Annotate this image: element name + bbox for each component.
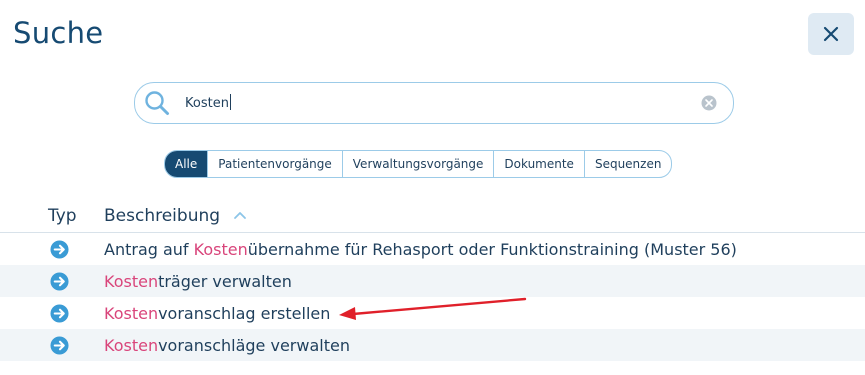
search-field[interactable]: Kosten bbox=[134, 82, 734, 124]
result-suffix: träger verwalten bbox=[158, 272, 292, 291]
filter-tabs: Alle Patientenvorgänge Verwaltungsvorgän… bbox=[164, 150, 673, 178]
search-query: Kosten bbox=[185, 96, 229, 111]
result-description: Kostenträger verwalten bbox=[104, 272, 292, 291]
tab-patientenvorgaenge[interactable]: Patientenvorgänge bbox=[207, 151, 342, 177]
arrow-right-circle-icon bbox=[50, 272, 69, 291]
result-description: Antrag auf Kostenübernahme für Rehasport… bbox=[104, 240, 737, 259]
arrow-right-circle-icon bbox=[50, 304, 69, 323]
tab-verwaltungsvorgaenge[interactable]: Verwaltungsvorgänge bbox=[341, 151, 494, 177]
result-suffix: voranschläge verwalten bbox=[158, 336, 350, 355]
search-highlight: Kosten bbox=[193, 240, 248, 259]
column-header-type[interactable]: Typ bbox=[48, 206, 77, 226]
dialog-title: Suche bbox=[13, 16, 104, 50]
sort-ascending-icon[interactable] bbox=[233, 210, 247, 220]
arrow-right-circle-icon bbox=[50, 336, 69, 355]
close-icon bbox=[823, 26, 839, 42]
search-icon bbox=[145, 91, 169, 115]
search-highlight: Kosten bbox=[104, 304, 159, 323]
result-description: Kostenvoranschlag erstellen bbox=[104, 304, 330, 323]
annotation-arrow bbox=[339, 297, 527, 320]
close-button[interactable] bbox=[808, 13, 854, 55]
result-suffix: voranschlag erstellen bbox=[158, 304, 331, 323]
tab-dokumente[interactable]: Dokumente bbox=[493, 151, 584, 177]
table-row[interactable]: Kostenträger verwalten bbox=[0, 265, 865, 297]
table-row[interactable]: Antrag auf Kostenübernahme für Rehasport… bbox=[0, 233, 865, 265]
tab-sequenzen[interactable]: Sequenzen bbox=[583, 151, 671, 177]
search-highlight: Kosten bbox=[104, 336, 159, 355]
search-input[interactable]: Kosten bbox=[185, 94, 231, 111]
result-suffix: übernahme für Rehasport oder Funktionstr… bbox=[247, 240, 737, 259]
tab-alle[interactable]: Alle bbox=[165, 151, 208, 177]
clear-icon[interactable] bbox=[701, 95, 717, 111]
arrow-right-circle-icon bbox=[50, 240, 69, 259]
search-highlight: Kosten bbox=[104, 272, 159, 291]
result-description: Kostenvoranschläge verwalten bbox=[104, 336, 350, 355]
text-caret bbox=[229, 94, 231, 110]
column-header-description[interactable]: Beschreibung bbox=[104, 206, 220, 226]
result-prefix: Antrag auf bbox=[104, 240, 194, 259]
table-row[interactable]: Kostenvoranschläge verwalten bbox=[0, 329, 865, 361]
